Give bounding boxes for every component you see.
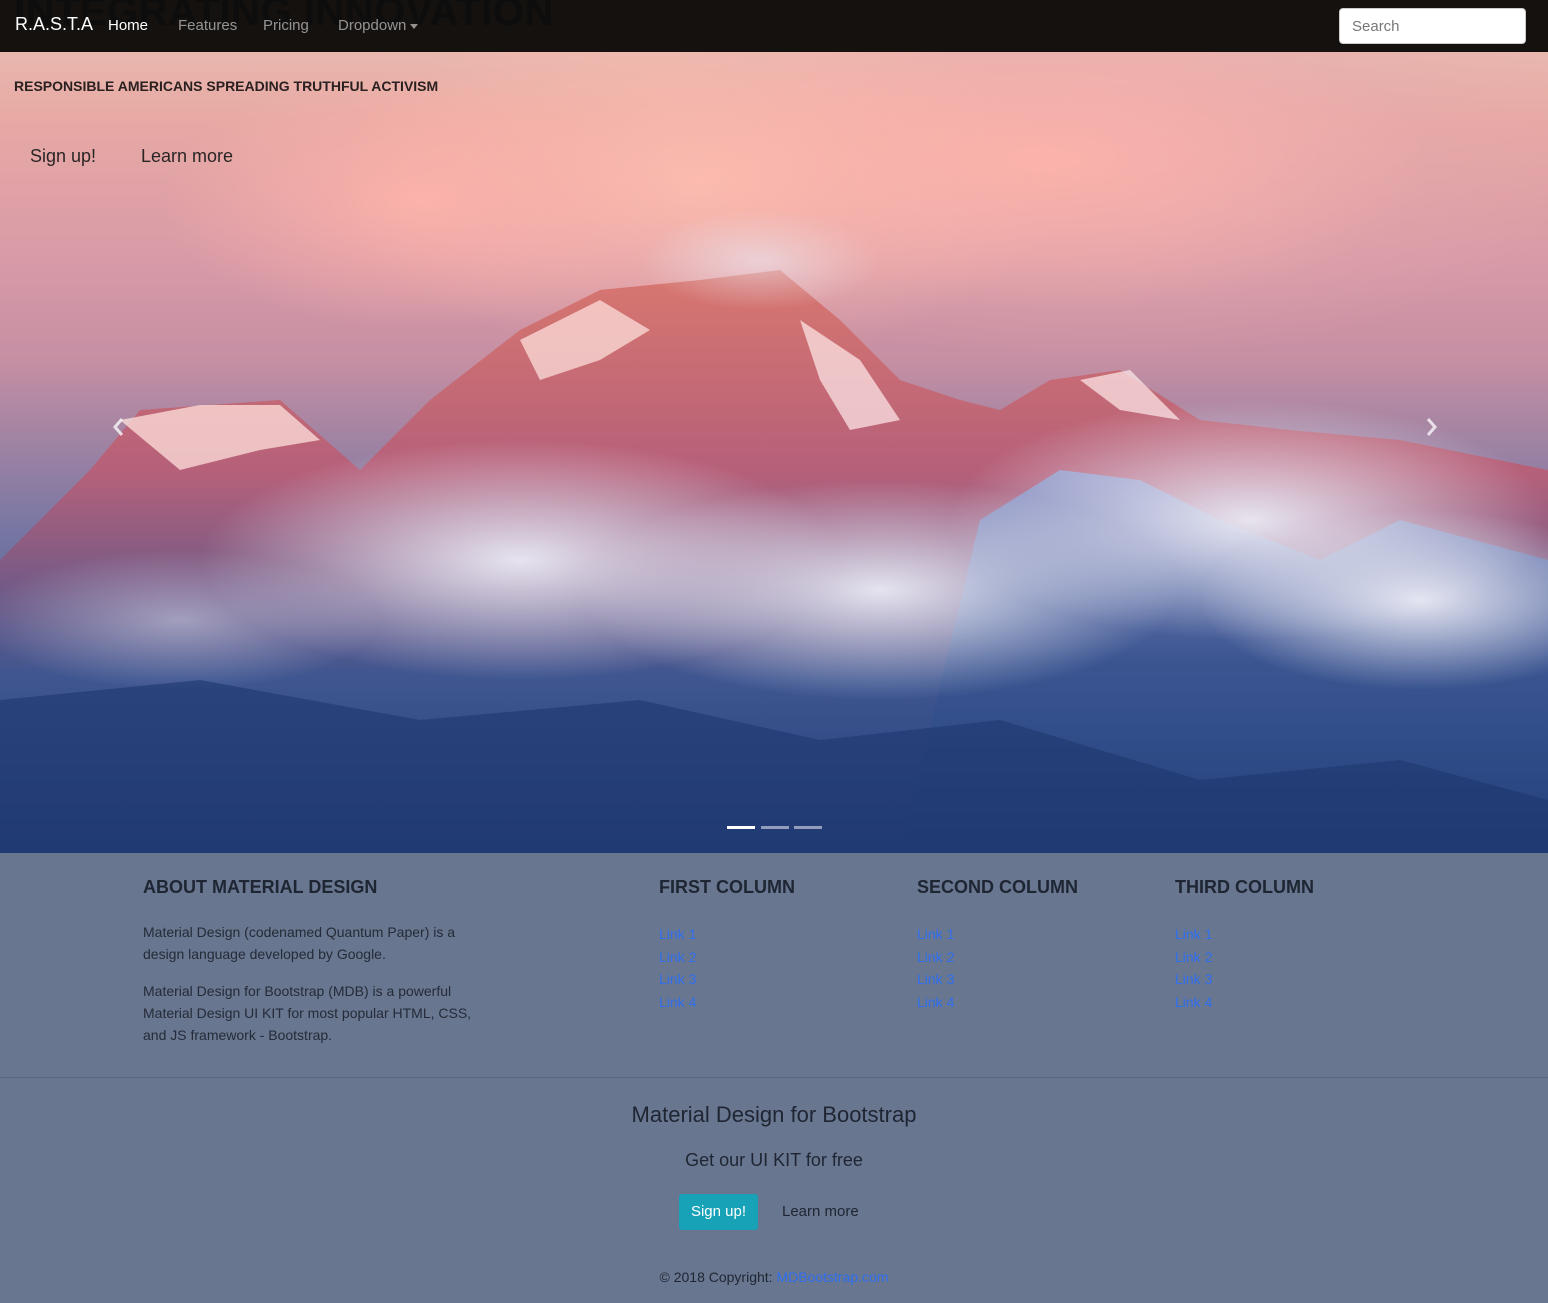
nav-features[interactable]: Features xyxy=(178,17,237,34)
footer-divider xyxy=(0,1077,1548,1078)
link-item[interactable]: Link 2 xyxy=(1175,946,1212,969)
link-item[interactable]: Link 1 xyxy=(917,923,954,946)
hero-carousel xyxy=(0,0,1548,853)
nav-pricing[interactable]: Pricing xyxy=(263,17,309,34)
hero-learn-more-button[interactable]: Learn more xyxy=(141,146,233,167)
about-paragraph-1: Material Design (codenamed Quantum Paper… xyxy=(143,924,456,962)
copyright-link[interactable]: MDBootstrap.com xyxy=(776,1269,888,1285)
search-input[interactable] xyxy=(1339,8,1526,44)
brand-logo[interactable]: R.A.S.T.A xyxy=(15,14,93,35)
cta-title: Material Design for Bootstrap xyxy=(631,1102,917,1127)
link-item[interactable]: Link 2 xyxy=(659,946,696,969)
caret-down-icon xyxy=(410,23,419,29)
nav-home[interactable]: Home xyxy=(108,17,148,34)
about-paragraph-2: Material Design for Bootstrap (MDB) is a… xyxy=(143,983,472,1043)
carousel-indicator-1[interactable] xyxy=(727,826,755,829)
link-item[interactable]: Link 1 xyxy=(1175,923,1212,946)
link-item[interactable]: Link 1 xyxy=(659,923,696,946)
carousel-indicator-2[interactable] xyxy=(761,826,789,829)
link-item[interactable]: Link 2 xyxy=(917,946,954,969)
first-column-links: Link 1 Link 2 Link 3 Link 4 xyxy=(659,923,696,1013)
link-item[interactable]: Link 3 xyxy=(917,968,954,991)
copyright-text: © 2018 Copyright: xyxy=(659,1269,777,1285)
copyright: © 2018 Copyright: MDBootstrap.com xyxy=(0,1269,1548,1285)
second-column-title: SECOND COLUMN xyxy=(917,877,1078,897)
cta-subtitle: Get our UI KIT for free xyxy=(685,1150,863,1170)
mountain-image xyxy=(0,10,1548,853)
nav-dropdown[interactable]: Dropdown xyxy=(338,17,419,34)
chevron-right-icon[interactable] xyxy=(1422,412,1442,442)
hero-tagline: RESPONSIBLE AMERICANS SPREADING TRUTHFUL… xyxy=(14,78,439,94)
footer-main: ABOUT MATERIAL DESIGN Material Design (c… xyxy=(0,853,1548,1077)
third-column-title: THIRD COLUMN xyxy=(1175,877,1314,897)
link-item[interactable]: Link 3 xyxy=(1175,968,1212,991)
link-item[interactable]: Link 4 xyxy=(659,991,696,1014)
hero-signup-button[interactable]: Sign up! xyxy=(30,146,96,167)
first-column-title: FIRST COLUMN xyxy=(659,877,795,897)
second-column-links: Link 1 Link 2 Link 3 Link 4 xyxy=(917,923,954,1013)
link-item[interactable]: Link 3 xyxy=(659,968,696,991)
cta-learn-more-button[interactable]: Learn more xyxy=(782,1203,859,1220)
nav-dropdown-label: Dropdown xyxy=(338,17,407,34)
carousel-indicator-3[interactable] xyxy=(794,826,822,829)
third-column-links: Link 1 Link 2 Link 3 Link 4 xyxy=(1175,923,1212,1013)
about-title: ABOUT MATERIAL DESIGN xyxy=(143,877,378,897)
chevron-left-icon[interactable] xyxy=(108,412,128,442)
cta-signup-button[interactable]: Sign up! xyxy=(679,1194,758,1230)
link-item[interactable]: Link 4 xyxy=(1175,991,1212,1014)
link-item[interactable]: Link 4 xyxy=(917,991,954,1014)
